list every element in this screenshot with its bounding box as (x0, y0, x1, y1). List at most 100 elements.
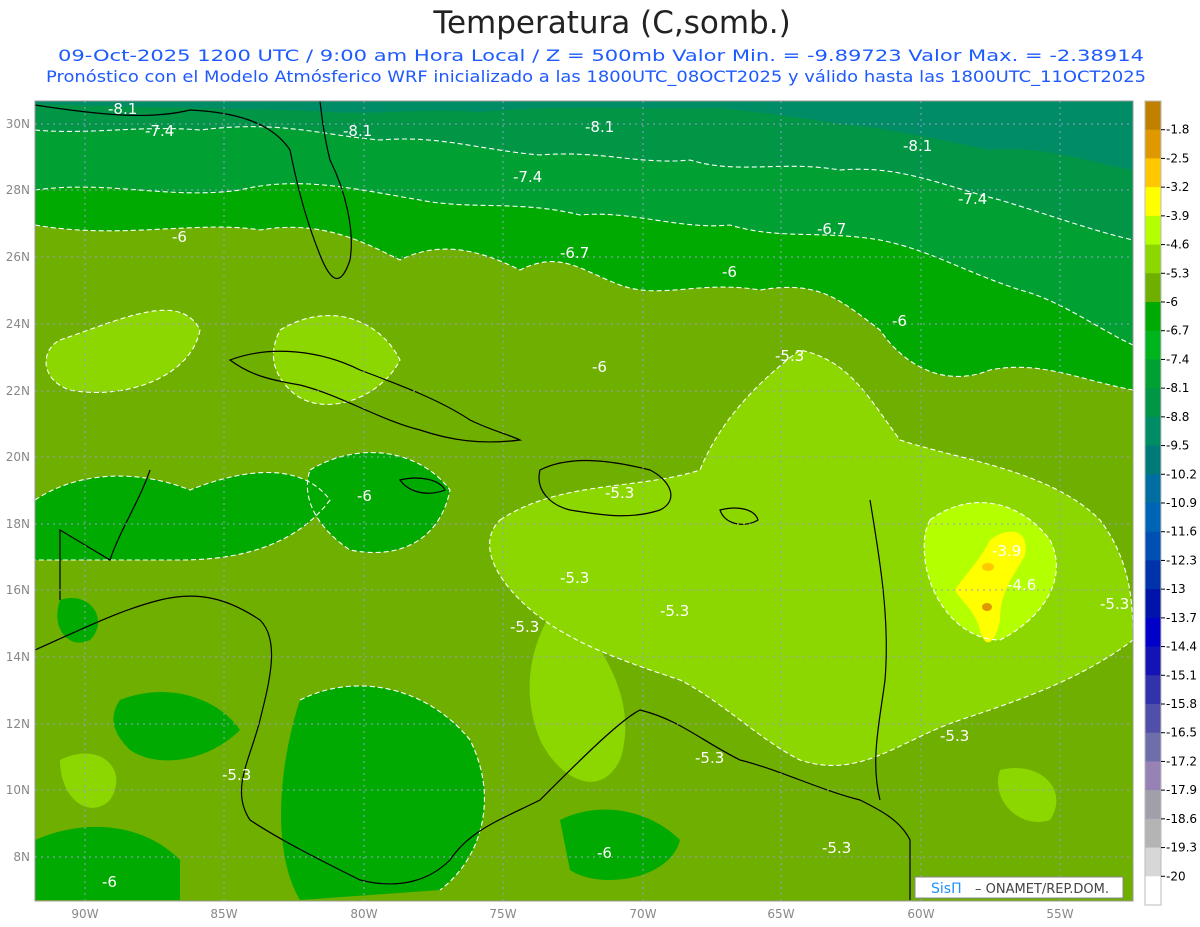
contour-label: -6.7 (817, 220, 846, 238)
colorbar-label: -13.7 (1166, 611, 1197, 625)
colorbar-swatch (1145, 330, 1161, 360)
contour-label: -5.3 (695, 749, 724, 767)
colorbar-swatch (1145, 187, 1161, 217)
lat-label: 12N (6, 717, 30, 731)
lon-label: 55W (1046, 907, 1073, 921)
colorbar-label: -6 (1166, 295, 1178, 309)
temperature-map-figure: Temperatura (C,somb.) 09-Oct-2025 1200 U… (6, 5, 1197, 921)
contour-label: -7.4 (958, 190, 987, 208)
contour-label: -6 (722, 263, 737, 281)
contour-label: -8.1 (585, 118, 614, 136)
credit-text: – ONAMET/REP.DOM. (975, 882, 1109, 897)
contour-label: -5.3 (222, 766, 251, 784)
colorbar-swatch (1145, 675, 1161, 705)
lat-label: 18N (6, 517, 30, 531)
lat-label: 24N (6, 317, 30, 331)
colorbar-swatch (1145, 273, 1161, 303)
colorbar-label: -3.2 (1166, 180, 1189, 194)
colorbar-label: -8.1 (1166, 381, 1189, 395)
colorbar-label: -3.9 (1166, 209, 1189, 223)
colorbar-label: -2.5 (1166, 151, 1189, 165)
contour-label: -5.3 (940, 727, 969, 745)
contour-label: -5.3 (822, 839, 851, 857)
contour-label: -6 (592, 358, 607, 376)
colorbar-label: -10.9 (1166, 496, 1197, 510)
colorbar-label: -8.8 (1166, 410, 1189, 424)
contour-label: -4.6 (1007, 576, 1036, 594)
lat-label: 8N (13, 850, 30, 864)
contour-label: -5.3 (775, 347, 804, 365)
colorbar-swatch (1145, 560, 1161, 590)
colorbar-swatch (1145, 704, 1161, 734)
lat-label: 30N (6, 117, 30, 131)
lat-axis: 30N 28N 26N 24N 22N 20N 18N 16N 14N 12N … (6, 117, 30, 864)
colorbar-label: -13 (1166, 582, 1186, 596)
colorbar-swatch (1145, 158, 1161, 188)
colorbar-label: -17.9 (1166, 783, 1197, 797)
contour-label: -8.1 (903, 137, 932, 155)
colorbar-legend: -1.8 -2.5 -3.2 -3.9 -4.6 -5.3 -6 -6.7 -7.4 -8.1 -8… (1144, 100, 1197, 906)
lat-label: 20N (6, 450, 30, 464)
colorbar-label: -18.6 (1166, 812, 1197, 826)
colorbar-swatch (1145, 589, 1161, 619)
colorbar-label: -15.1 (1166, 668, 1197, 682)
lat-label: 28N (6, 183, 30, 197)
sispi-logo: SisΠ (931, 881, 962, 897)
contour-label: -7.4 (513, 168, 542, 186)
colorbar-swatch (1145, 101, 1161, 131)
contour-label: -6.7 (560, 244, 589, 262)
colorbar-label: -19.3 (1166, 841, 1197, 855)
lon-label: 70W (629, 907, 656, 921)
model-info-line: Pronóstico con el Modelo Atmósferico WRF… (46, 67, 1146, 87)
colorbar-swatch (1145, 761, 1161, 791)
lat-label: 16N (6, 583, 30, 597)
colorbar-swatch (1145, 790, 1161, 820)
contour-label: -6 (102, 873, 117, 891)
contour-label: -8.1 (108, 100, 137, 118)
colorbar-label: -12.3 (1166, 553, 1197, 567)
lon-axis: 90W 85W 80W 75W 70W 65W 60W 55W (71, 907, 1073, 921)
contour-label: -7.4 (145, 122, 174, 140)
credit-box: SisΠ – ONAMET/REP.DOM. (914, 876, 1124, 899)
colorbar-swatch (1145, 732, 1161, 762)
colorbar-label: -17.2 (1166, 754, 1197, 768)
contour-label: -5.3 (605, 484, 634, 502)
lat-label: 10N (6, 783, 30, 797)
colorbar-swatch (1145, 244, 1161, 274)
contour-label: -6 (357, 487, 372, 505)
lat-label: 14N (6, 650, 30, 664)
colorbar-swatch (1145, 531, 1161, 561)
colorbar-label: -10.2 (1166, 467, 1197, 481)
colorbar-swatch (1145, 646, 1161, 676)
colorbar-swatch (1145, 876, 1161, 906)
colorbar-swatch (1145, 617, 1161, 648)
valid-time-line: 09-Oct-2025 1200 UTC / 9:00 am Hora Loca… (58, 46, 1144, 65)
contour-label: -8.1 (343, 122, 372, 140)
colorbar-label: -4.6 (1166, 238, 1189, 252)
lon-label: 80W (350, 907, 377, 921)
lon-label: 85W (210, 907, 237, 921)
colorbar-label: -16.5 (1166, 726, 1197, 740)
contour-label: -6 (172, 228, 187, 246)
colorbar-swatch (1145, 474, 1161, 504)
colorbar-swatch (1145, 215, 1161, 246)
colorbar-label: -6.7 (1166, 324, 1189, 338)
contour-label: -3.9 (992, 542, 1021, 560)
lon-label: 65W (767, 907, 794, 921)
lon-label: 75W (489, 907, 516, 921)
lon-label: 90W (71, 907, 98, 921)
colorbar-label: -9.5 (1166, 439, 1189, 453)
colorbar-swatch (1145, 847, 1161, 877)
map-title: Temperatura (C,somb.) (432, 5, 790, 41)
contour-label: -6 (892, 312, 907, 330)
colorbar-swatch (1145, 445, 1161, 475)
colorbar-label: -5.3 (1166, 266, 1189, 280)
contour-label: -6 (597, 844, 612, 862)
contour-label: -5.3 (510, 618, 539, 636)
lat-label: 22N (6, 384, 30, 398)
colorbar-swatch (1145, 388, 1161, 418)
contour-label: -5.3 (1100, 595, 1129, 613)
colorbar-label: -7.4 (1166, 352, 1189, 366)
colorbar-swatch (1145, 503, 1161, 533)
contour-label: -5.3 (560, 569, 589, 587)
